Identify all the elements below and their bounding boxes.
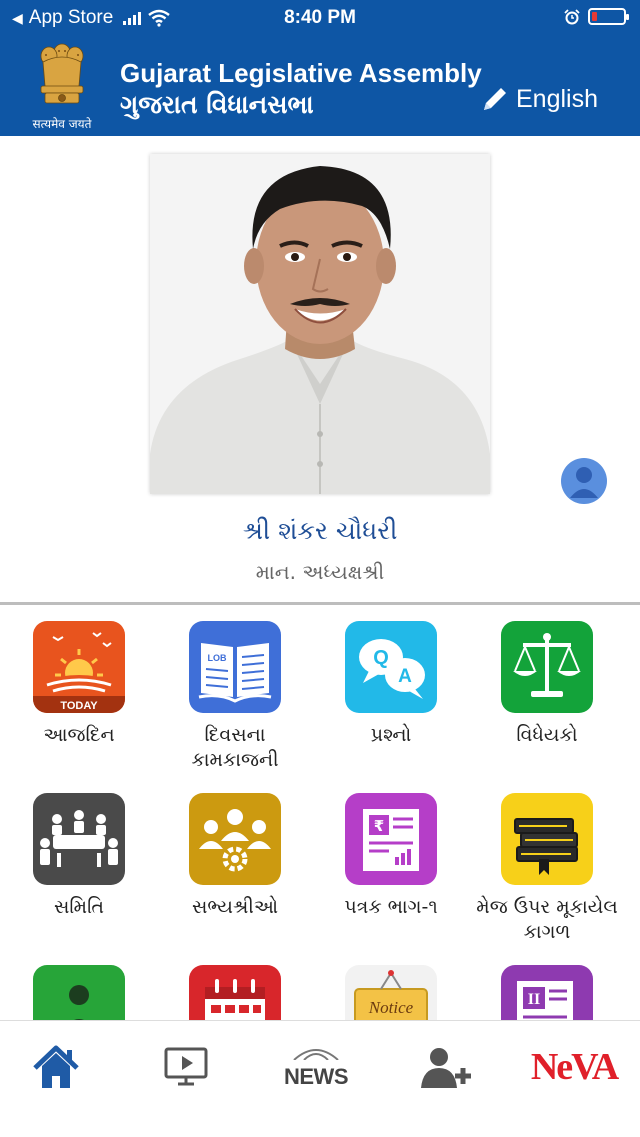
menu-item-label: આજદિન (43, 724, 115, 746)
profile-button[interactable] (561, 458, 607, 504)
menu-item-members[interactable]: સભ્યશ્રીઓ (160, 793, 310, 920)
bottom-nav: NEWS NeVA (0, 1020, 640, 1137)
news-icon: NEWS (284, 1045, 349, 1090)
menu-item-today[interactable]: TODAY આજદિન (4, 621, 154, 748)
document-ii-icon: II (501, 965, 593, 1020)
nav-news[interactable]: NEWS (276, 1037, 356, 1097)
menu-item-business[interactable]: LOB દિવસના કામકાજની (160, 621, 310, 773)
notice-badge: Notice (368, 998, 414, 1017)
add-user-icon (421, 1048, 471, 1088)
menu-item-bills[interactable]: વિધેયકો (472, 621, 622, 748)
neva-logo: NeVA (530, 1046, 619, 1088)
menu-item-label: સમિતિ (54, 896, 104, 918)
menu-item-calendar[interactable] (160, 965, 310, 1020)
calendar-icon (189, 965, 281, 1020)
lion-capital-icon (40, 43, 84, 104)
battery-icon (588, 8, 629, 25)
menu-item-committee[interactable]: સમિતિ (4, 793, 154, 920)
language-label: English (516, 84, 598, 113)
menu-item-label: પત્રક ભાગ-૧ (344, 896, 438, 918)
menu-item-document-ii[interactable]: II (472, 965, 622, 1020)
menu-item-label: વિધેયકો (516, 724, 578, 746)
speaker-photo[interactable] (150, 154, 490, 494)
svg-text:₹: ₹ (374, 817, 384, 835)
speaker-card: શ્રી શંકર ચૌધરી માન. અધ્યક્ષશ્રી (0, 136, 640, 602)
alarm-icon (564, 8, 580, 24)
status-time: 8:40 PM (284, 7, 356, 28)
today-sunrise-icon: TODAY (33, 621, 125, 713)
emblem-logo: सत्यमेव जयते (22, 40, 102, 134)
ii-badge: II (528, 991, 540, 1008)
pencil-icon (484, 88, 506, 110)
menu-item-label: મેજ ઉપર મૂકાયેલ કાગળ (476, 896, 618, 943)
person-icon (33, 965, 125, 1020)
app-title-english: Gujarat Legislative Assembly (120, 58, 482, 88)
today-badge: TODAY (60, 700, 98, 712)
report-document-icon: ₹ (345, 793, 437, 885)
nav-videos[interactable] (146, 1037, 226, 1097)
app-header: सत्यमेव जयते Gujarat Legislative Assembl… (0, 36, 640, 136)
menu-grid: TODAY આજદિન LOB દિવસના કામકાજની Q A પ્રશ… (0, 605, 640, 1020)
menu-item-papers-laid[interactable]: મેજ ઉપર મૂકાયેલ કાગળ (472, 793, 622, 945)
committee-meeting-icon (33, 793, 125, 885)
qa-chat-icon: Q A (345, 621, 437, 713)
notice-board-icon: Notice (345, 965, 437, 1020)
speaker-portrait (150, 154, 490, 494)
nav-add-member[interactable] (406, 1037, 486, 1097)
status-right (564, 8, 629, 25)
lob-badge: LOB (208, 653, 227, 663)
app-title-gujarati: ગુજરાત વિધાનસભા (120, 90, 314, 119)
svg-text:A: A (398, 666, 412, 687)
lob-book-icon: LOB (189, 621, 281, 713)
globe-lines (293, 1048, 339, 1061)
speaker-designation: માન. અધ્યક્ષશ્રી (255, 560, 385, 584)
video-icon (164, 1047, 208, 1086)
svg-text:Q: Q (373, 647, 389, 669)
home-icon (33, 1045, 79, 1088)
members-icon (189, 793, 281, 885)
status-bar: ◀ App Store 8:40 PM (0, 0, 640, 36)
emblem-motto: सत्यमेव जयते (32, 117, 92, 131)
news-label: NEWS (284, 1063, 349, 1089)
nav-home[interactable] (16, 1037, 96, 1097)
menu-item-label: સભ્યશ્રીઓ (191, 896, 279, 918)
menu-item-report-part1[interactable]: ₹ પત્રક ભાગ-૧ (316, 793, 466, 920)
menu-item-label: દિવસના કામકાજની (191, 724, 279, 771)
user-avatar-icon (570, 467, 598, 498)
speaker-name: શ્રી શંકર ચૌધરી (242, 516, 398, 545)
menu-item-notice[interactable]: Notice (316, 965, 466, 1020)
menu-item-questions[interactable]: Q A પ્રશ્નો (316, 621, 466, 748)
menu-item-person[interactable] (4, 965, 154, 1020)
books-stack-icon (501, 793, 593, 885)
language-toggle-button[interactable]: English (480, 84, 598, 114)
nav-neva[interactable]: NeVA (522, 1037, 626, 1097)
menu-item-label: પ્રશ્નો (370, 724, 412, 746)
scales-icon (501, 621, 593, 713)
